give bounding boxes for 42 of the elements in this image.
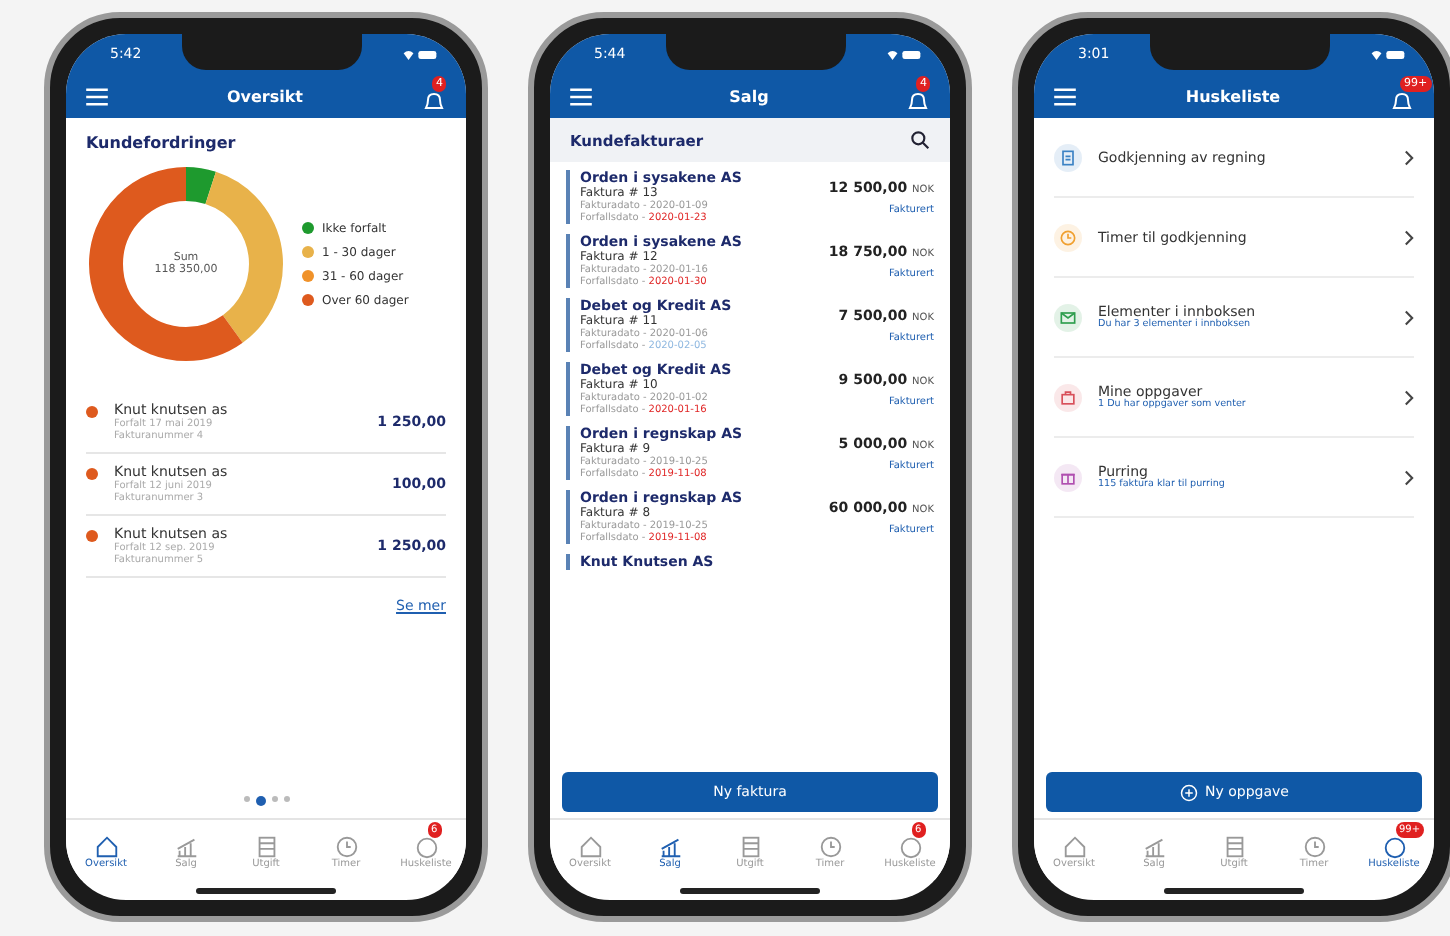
notification-bell-icon[interactable] [421,90,446,114]
circle-icon [413,834,439,860]
circle-icon [1381,834,1407,860]
card-title: Kundefordringer [86,134,238,152]
bar-chart-icon [657,834,683,860]
clock-icon [1301,834,1327,860]
screen-title: Salg [729,87,769,105]
house-icon [577,834,603,860]
status-dot [86,468,98,480]
chevron-icon [1404,309,1414,325]
chevron-icon [1404,229,1414,245]
list-icon [253,834,279,860]
status-dot [86,530,98,542]
wifi-battery-icon [885,47,922,61]
bar-chart-icon [1141,834,1167,860]
screen-title: Oversikt [226,87,304,105]
list-icon [1221,834,1247,860]
list-icon [737,834,763,860]
house-icon [93,834,119,860]
status-dot [86,406,98,418]
clock-icon [333,834,359,860]
clock-icon [817,834,843,860]
circle-icon [897,834,923,860]
chevron-icon [1404,149,1414,165]
menu-icon[interactable] [1054,87,1076,105]
bar-chart-icon [173,834,199,860]
chevron-icon [1404,389,1414,405]
menu-icon[interactable] [86,87,108,105]
page-dot[interactable] [255,796,265,806]
notification-bell-icon[interactable] [905,90,930,114]
house-icon [1061,834,1087,860]
menu-icon[interactable] [570,87,592,105]
plus-icon [1179,783,1198,801]
wifi-battery-icon [1369,47,1406,61]
page-dot[interactable] [271,796,277,802]
search-icon[interactable] [910,130,930,150]
wifi-battery-icon [401,47,438,61]
notification-bell-icon[interactable] [1390,90,1414,114]
screen-title: Huskeliste [1185,87,1281,105]
chevron-icon [1404,469,1414,485]
page-dot[interactable] [243,796,249,802]
page-dot[interactable] [283,796,289,802]
